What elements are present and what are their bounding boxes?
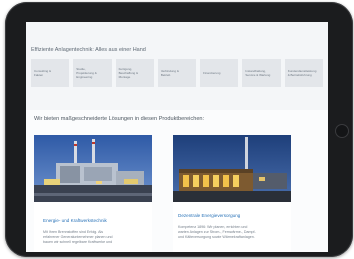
nav-tile-label: Betrieb bbox=[160, 73, 171, 77]
nav-tile-finanzierung[interactable]: Finanzierung bbox=[200, 59, 239, 87]
card-description: Kompetenz 1896: Wir planen, errichten un… bbox=[178, 225, 256, 240]
tablet-frame: Effiziente Anlagentechnik: Alles aus ein… bbox=[5, 2, 353, 257]
card-text-line: bauen wir schnell regelbare Kraftwerke u… bbox=[43, 240, 113, 244]
card-text-line: und Kälteversorgung sowie Wärmekraftanla… bbox=[178, 235, 255, 239]
nav-tile-fertigung[interactable]: Fertigung, Beschaffung & Montage bbox=[115, 59, 154, 87]
product-card-decentral[interactable]: Dezentrale Energieversorgung Kompetenz 1… bbox=[173, 135, 291, 252]
card-title[interactable]: Dezentrale Energieversorgung bbox=[178, 213, 240, 218]
card-title[interactable]: Energie- und Kraftwerkstechnik bbox=[43, 218, 107, 223]
nav-tile-label: Fakten bbox=[34, 73, 44, 77]
nav-tile-studie[interactable]: Studie, Projektierung & Engineering bbox=[73, 59, 112, 87]
card-description: Mit Ihren Brennstoffen sind Erfolg. Als … bbox=[43, 230, 113, 245]
section-title: Wir bieten maßgeschneiderte Lösungen in … bbox=[34, 116, 205, 122]
nav-tile-label: & Betriebsfuhrung bbox=[287, 73, 312, 77]
nav-tile-label: Service & Wartung bbox=[245, 73, 271, 77]
nav-tile-instandhaltung[interactable]: Instandhaltung, Service & Wartung bbox=[242, 59, 281, 87]
nav-tile-consulting[interactable]: Consulting & Fakten bbox=[31, 59, 70, 87]
home-button[interactable] bbox=[335, 124, 349, 138]
nav-tile-label: Montage bbox=[118, 75, 131, 79]
night-plant-photo bbox=[173, 135, 291, 202]
power-plant-photo bbox=[34, 135, 152, 202]
nav-tile-verbindung[interactable]: Verbindung & Betrieb bbox=[157, 59, 197, 87]
nav-tile-label: Finanzierung bbox=[203, 71, 221, 75]
nav-tile-kundendienst[interactable]: Kundendienstleistung & Betriebsfuhrung bbox=[284, 59, 323, 87]
product-card-energy[interactable]: Energie- und Kraftwerkstechnik Mit Ihren… bbox=[34, 135, 152, 252]
page-headline: Effiziente Anlagentechnik: Alles aus ein… bbox=[31, 47, 146, 53]
service-nav: Consulting & Fakten Studie, Projektierung … bbox=[31, 59, 323, 87]
nav-tile-label: Engineering bbox=[76, 75, 93, 79]
web-page-screen: Effiziente Anlagentechnik: Alles aus ein… bbox=[26, 22, 328, 252]
